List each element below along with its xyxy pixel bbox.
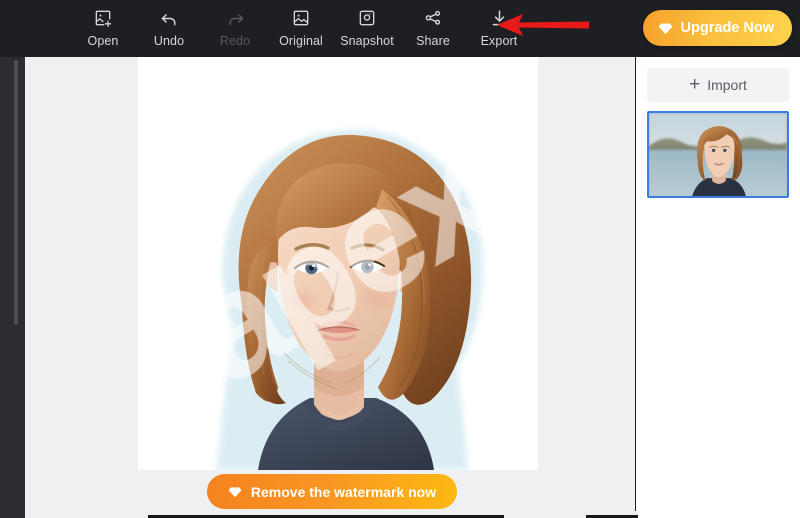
undo-arrow-icon bbox=[158, 7, 180, 29]
toolbar-button-redo[interactable]: Redo bbox=[202, 4, 268, 48]
app-window: Open Undo Redo bbox=[0, 0, 800, 518]
add-image-icon bbox=[92, 7, 114, 29]
import-label: Import bbox=[707, 77, 747, 93]
diamond-icon bbox=[228, 485, 242, 499]
toolbar-button-open[interactable]: Open bbox=[70, 4, 136, 48]
toolbar-label-undo: Undo bbox=[154, 34, 184, 48]
thumbnail-item-selected[interactable] bbox=[647, 111, 789, 198]
canvas-vertical-scrollbar[interactable] bbox=[14, 60, 18, 325]
toolbar-actions: Open Undo Redo bbox=[70, 4, 532, 54]
right-sidebar: + Import bbox=[636, 57, 800, 511]
upgrade-now-label: Upgrade Now bbox=[681, 20, 774, 36]
bottom-edge-left bbox=[0, 511, 25, 518]
redo-arrow-icon bbox=[224, 7, 246, 29]
toolbar-label-redo: Redo bbox=[220, 34, 250, 48]
plus-icon: + bbox=[689, 75, 700, 94]
image-icon bbox=[290, 7, 312, 29]
import-button[interactable]: + Import bbox=[647, 68, 789, 102]
thumbnail-list bbox=[647, 111, 789, 198]
toolbar-button-original[interactable]: Original bbox=[268, 4, 334, 48]
diamond-icon bbox=[658, 21, 673, 36]
thumbnail-image bbox=[649, 113, 787, 198]
toolbar-label-export: Export bbox=[481, 34, 518, 48]
toolbar-label-original: Original bbox=[279, 34, 323, 48]
toolbar-button-export[interactable]: Export bbox=[466, 4, 532, 48]
toolbar-button-undo[interactable]: Undo bbox=[136, 4, 202, 48]
bottom-window-edge bbox=[0, 511, 800, 518]
top-toolbar: Open Undo Redo bbox=[0, 0, 800, 57]
camera-icon bbox=[356, 7, 378, 29]
remove-watermark-label: Remove the watermark now bbox=[251, 484, 436, 500]
download-icon bbox=[488, 7, 510, 29]
share-nodes-icon bbox=[422, 7, 444, 29]
toolbar-label-snapshot: Snapshot bbox=[340, 34, 394, 48]
toolbar-button-share[interactable]: Share bbox=[400, 4, 466, 48]
remove-watermark-button[interactable]: Remove the watermark now bbox=[207, 474, 457, 509]
toolbar-button-snapshot[interactable]: Snapshot bbox=[334, 4, 400, 48]
toolbar-label-share: Share bbox=[416, 34, 450, 48]
left-rail bbox=[0, 57, 25, 511]
edited-photo[interactable]: apex bbox=[138, 57, 538, 470]
bottom-edge-panel bbox=[638, 511, 800, 518]
toolbar-label-open: Open bbox=[88, 34, 119, 48]
portrait-image bbox=[138, 57, 538, 470]
upgrade-now-button[interactable]: Upgrade Now bbox=[643, 10, 792, 46]
editor-canvas[interactable]: apex bbox=[25, 57, 635, 511]
